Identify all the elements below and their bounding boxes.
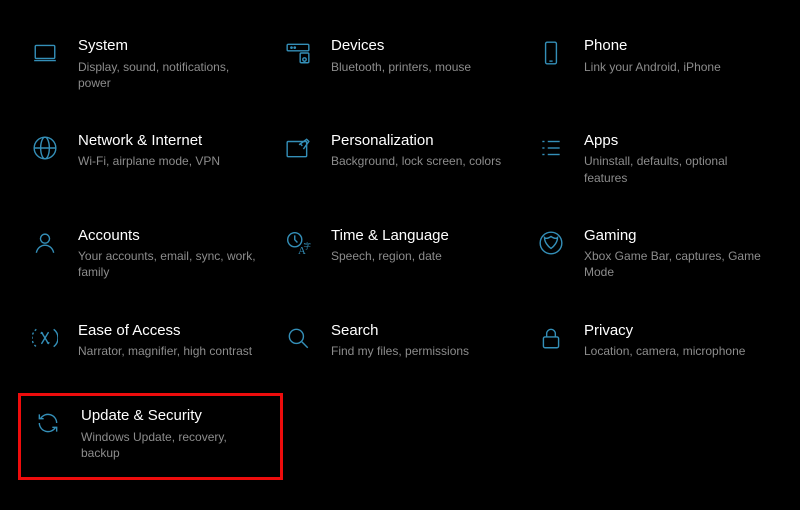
tile-desc: Uninstall, defaults, optional features [584,153,771,185]
ease-of-access-icon [30,323,60,353]
tile-title: Search [331,321,518,341]
privacy-icon [536,323,566,353]
tile-desc: Xbox Game Bar, captures, Game Mode [584,248,771,280]
tile-desc: Wi-Fi, airplane mode, VPN [78,153,265,169]
tile-desc: Your accounts, email, sync, work, family [78,248,265,280]
tile-desc: Display, sound, notifications, power [78,59,265,91]
personalization-icon [283,133,313,163]
tile-title: Personalization [331,131,518,151]
tile-desc: Bluetooth, printers, mouse [331,59,518,75]
tile-accounts[interactable]: Accounts Your accounts, email, sync, wor… [30,220,283,287]
tile-update-security[interactable]: Update & Security Windows Update, recove… [18,393,283,480]
phone-icon [536,38,566,68]
system-icon [30,38,60,68]
tile-title: Update & Security [81,406,260,426]
network-icon [30,133,60,163]
devices-icon [283,38,313,68]
tile-title: Time & Language [331,226,518,246]
tile-time-language[interactable]: A字 Time & Language Speech, region, date [283,220,536,287]
tile-search[interactable]: Search Find my files, permissions [283,315,536,366]
tile-phone[interactable]: Phone Link your Android, iPhone [536,30,789,97]
tile-title: Devices [331,36,518,56]
tile-title: Ease of Access [78,321,265,341]
tile-desc: Narrator, magnifier, high contrast [78,343,265,359]
tile-desc: Speech, region, date [331,248,518,264]
tile-desc: Find my files, permissions [331,343,518,359]
tile-title: Phone [584,36,771,56]
settings-grid: System Display, sound, notifications, po… [30,30,800,480]
tile-title: Gaming [584,226,771,246]
tile-system[interactable]: System Display, sound, notifications, po… [30,30,283,97]
tile-personalization[interactable]: Personalization Background, lock screen,… [283,125,536,192]
svg-text:字: 字 [303,240,311,250]
tile-desc: Background, lock screen, colors [331,153,518,169]
tile-desc: Location, camera, microphone [584,343,771,359]
tile-title: Network & Internet [78,131,265,151]
tile-apps[interactable]: Apps Uninstall, defaults, optional featu… [536,125,789,192]
apps-icon [536,133,566,163]
tile-gaming[interactable]: Gaming Xbox Game Bar, captures, Game Mod… [536,220,789,287]
tile-desc: Link your Android, iPhone [584,59,771,75]
time-language-icon: A字 [283,228,313,258]
tile-title: Accounts [78,226,265,246]
tile-devices[interactable]: Devices Bluetooth, printers, mouse [283,30,536,97]
tile-privacy[interactable]: Privacy Location, camera, microphone [536,315,789,366]
tile-ease-of-access[interactable]: Ease of Access Narrator, magnifier, high… [30,315,283,366]
tile-network[interactable]: Network & Internet Wi-Fi, airplane mode,… [30,125,283,192]
tile-desc: Windows Update, recovery, backup [81,429,260,461]
update-security-icon [33,408,63,438]
tile-title: Privacy [584,321,771,341]
search-icon [283,323,313,353]
tile-title: System [78,36,265,56]
accounts-icon [30,228,60,258]
tile-title: Apps [584,131,771,151]
gaming-icon [536,228,566,258]
